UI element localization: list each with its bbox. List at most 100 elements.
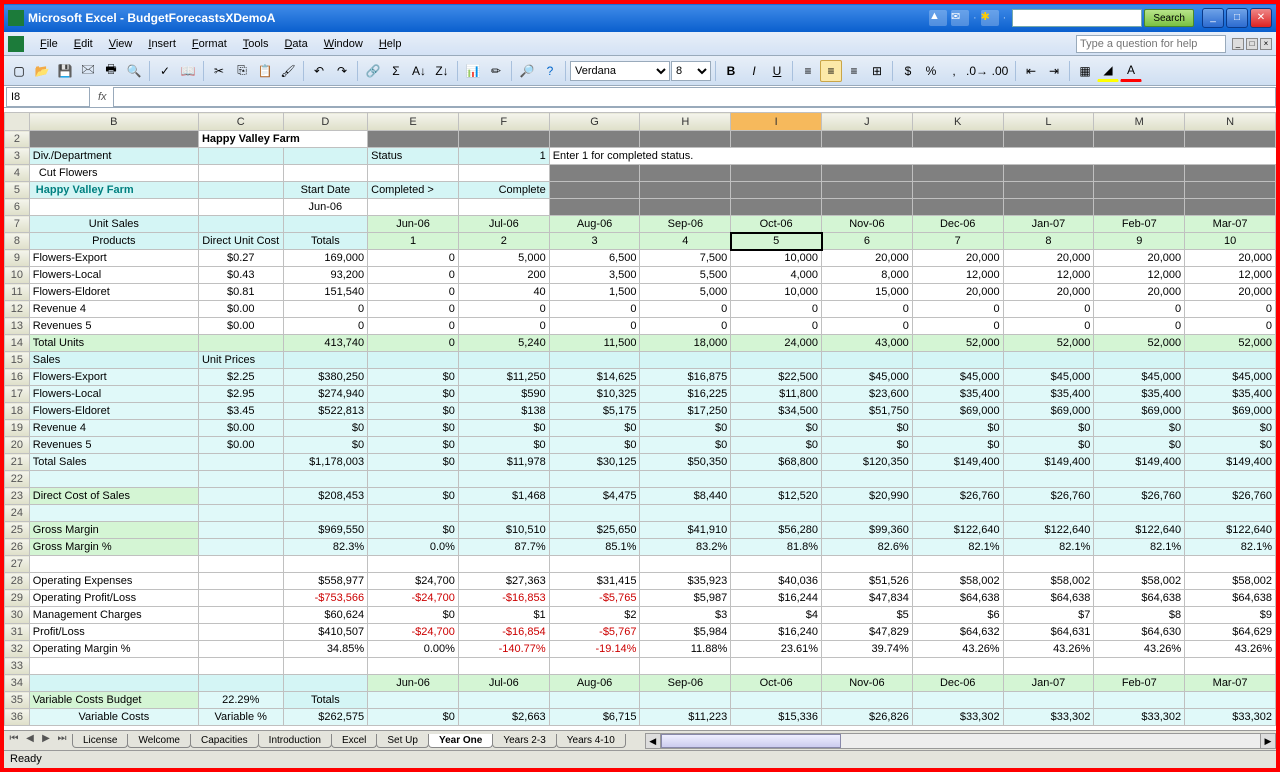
cell[interactable]: [283, 556, 368, 573]
cell[interactable]: 0: [549, 318, 640, 335]
hyperlink-icon[interactable]: 🔗: [362, 60, 384, 82]
cell[interactable]: [1003, 505, 1094, 522]
autosum-icon[interactable]: Σ: [385, 60, 407, 82]
cell[interactable]: Jul-06: [458, 675, 549, 692]
cell[interactable]: Direct Cost of Sales: [29, 488, 198, 505]
increase-indent-icon[interactable]: ⇥: [1043, 60, 1065, 82]
cell[interactable]: [549, 182, 640, 199]
cell[interactable]: [1003, 556, 1094, 573]
cell[interactable]: $23,600: [822, 386, 913, 403]
row-header[interactable]: 32: [5, 641, 30, 658]
cell[interactable]: $45,000: [1094, 369, 1185, 386]
col-header[interactable]: D: [283, 113, 368, 131]
cell[interactable]: $60,624: [283, 607, 368, 624]
cell[interactable]: 0: [640, 301, 731, 318]
cell[interactable]: 1: [458, 148, 549, 165]
cell[interactable]: Revenue 4: [29, 420, 198, 437]
cell[interactable]: $0: [822, 420, 913, 437]
cell[interactable]: -$16,854: [458, 624, 549, 641]
cell[interactable]: [640, 658, 731, 675]
cell[interactable]: Flowers-Export: [29, 250, 198, 267]
cell[interactable]: 0: [368, 301, 459, 318]
cell[interactable]: $24,700: [368, 573, 459, 590]
cell[interactable]: $45,000: [822, 369, 913, 386]
sheet-tab[interactable]: License: [72, 734, 128, 748]
cell[interactable]: [458, 199, 549, 216]
cell[interactable]: Flowers-Eldoret: [29, 284, 198, 301]
cell[interactable]: $0: [368, 454, 459, 471]
cell[interactable]: $30,125: [549, 454, 640, 471]
cell[interactable]: $41,910: [640, 522, 731, 539]
cell[interactable]: $10,510: [458, 522, 549, 539]
row-header[interactable]: 11: [5, 284, 30, 301]
borders-icon[interactable]: ▦: [1074, 60, 1096, 82]
cell[interactable]: $0.00: [198, 301, 283, 318]
cell[interactable]: $0: [1003, 420, 1094, 437]
cell[interactable]: Jul-06: [458, 216, 549, 233]
cell[interactable]: 3: [549, 233, 640, 250]
cell[interactable]: [283, 148, 368, 165]
cell[interactable]: $149,400: [1185, 454, 1276, 471]
cell[interactable]: [731, 165, 822, 182]
cell[interactable]: [1003, 658, 1094, 675]
cell[interactable]: Flowers-Local: [29, 267, 198, 284]
cell[interactable]: $0: [368, 403, 459, 420]
cell[interactable]: -$5,767: [549, 624, 640, 641]
cell[interactable]: 18,000: [640, 335, 731, 352]
cell[interactable]: $2.25: [198, 369, 283, 386]
cell[interactable]: 0: [1094, 318, 1185, 335]
cell[interactable]: 23.61%: [731, 641, 822, 658]
cell[interactable]: $64,632: [912, 624, 1003, 641]
cell[interactable]: 7,500: [640, 250, 731, 267]
cell[interactable]: $0: [1094, 420, 1185, 437]
cell[interactable]: 82.6%: [822, 539, 913, 556]
menu-edit[interactable]: Edit: [66, 36, 101, 52]
cell[interactable]: [640, 182, 731, 199]
cell[interactable]: $0.27: [198, 250, 283, 267]
cell[interactable]: 5,000: [458, 250, 549, 267]
cell[interactable]: Gross Margin: [29, 522, 198, 539]
cell[interactable]: 12,000: [1003, 267, 1094, 284]
cell[interactable]: [29, 505, 198, 522]
cell[interactable]: $0: [368, 488, 459, 505]
font-color-icon[interactable]: A: [1120, 60, 1142, 82]
cell[interactable]: [198, 216, 283, 233]
cell[interactable]: $64,638: [912, 590, 1003, 607]
cell[interactable]: -$753,566: [283, 590, 368, 607]
cell[interactable]: Oct-06: [731, 675, 822, 692]
cell[interactable]: 52,000: [912, 335, 1003, 352]
cell[interactable]: 20,000: [1094, 284, 1185, 301]
minimize-button[interactable]: _: [1202, 8, 1224, 28]
row-header[interactable]: 20: [5, 437, 30, 454]
cell[interactable]: $51,526: [822, 573, 913, 590]
cell[interactable]: [458, 692, 549, 709]
cell[interactable]: [912, 182, 1003, 199]
cell[interactable]: [368, 505, 459, 522]
msn-icon[interactable]: ▲: [929, 10, 947, 26]
doc-close-button[interactable]: ×: [1260, 38, 1272, 50]
row-header[interactable]: 12: [5, 301, 30, 318]
redo-icon[interactable]: ↷: [331, 60, 353, 82]
cell[interactable]: Total Sales: [29, 454, 198, 471]
cell[interactable]: [549, 692, 640, 709]
cell[interactable]: [640, 556, 731, 573]
col-header[interactable]: M: [1094, 113, 1185, 131]
cell[interactable]: $16,244: [731, 590, 822, 607]
cell[interactable]: 43.26%: [1003, 641, 1094, 658]
cell[interactable]: 0: [1003, 318, 1094, 335]
cell[interactable]: $2.95: [198, 386, 283, 403]
cell[interactable]: 5,500: [640, 267, 731, 284]
cell[interactable]: $138: [458, 403, 549, 420]
cell[interactable]: $122,640: [1185, 522, 1276, 539]
cell[interactable]: 12,000: [1094, 267, 1185, 284]
cell[interactable]: Management Charges: [29, 607, 198, 624]
spellcheck-icon[interactable]: ✓: [154, 60, 176, 82]
cell[interactable]: [1094, 182, 1185, 199]
cell[interactable]: [822, 471, 913, 488]
help-search-input[interactable]: [1076, 35, 1226, 53]
cell[interactable]: $20,990: [822, 488, 913, 505]
cell[interactable]: $11,800: [731, 386, 822, 403]
cell[interactable]: [198, 505, 283, 522]
cell[interactable]: Dec-06: [912, 675, 1003, 692]
cell[interactable]: [549, 131, 640, 148]
